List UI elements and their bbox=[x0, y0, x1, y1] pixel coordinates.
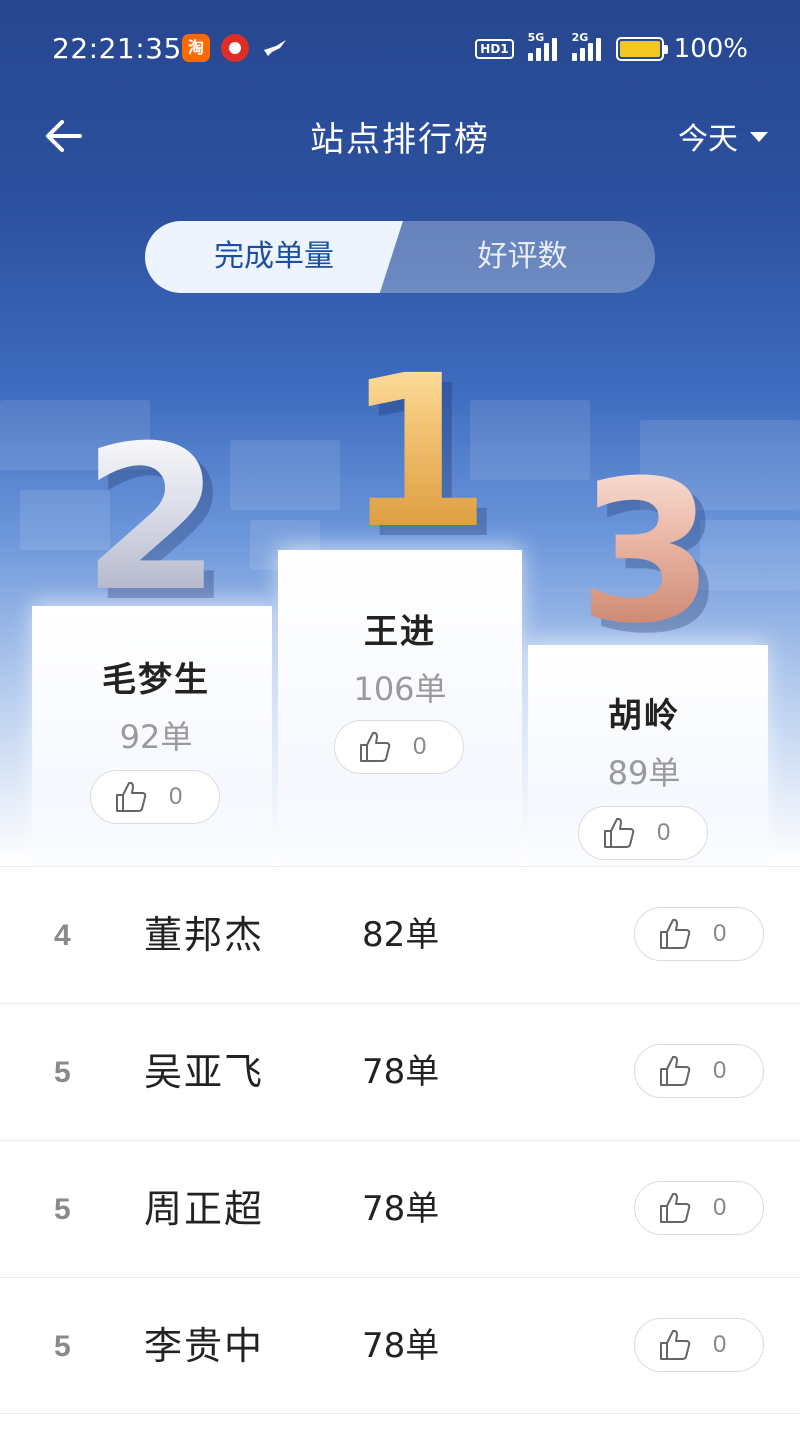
like-count: 0 bbox=[413, 733, 427, 760]
system-indicators: HD1 5G 2G 100% bbox=[475, 31, 748, 66]
like-button[interactable]: 0 bbox=[578, 806, 708, 860]
courier-name: 周正超 bbox=[144, 1187, 265, 1231]
order-count: 78单 bbox=[362, 1189, 440, 1229]
taobao-app-icon: 淘 bbox=[182, 34, 210, 62]
bg-tile bbox=[230, 440, 340, 510]
rank-number: 5 bbox=[54, 1193, 71, 1226]
ranking-hero: 22:21:35 淘 HD1 5G 2G 100% 站点排行榜 今天 好评数 完… bbox=[0, 0, 800, 866]
like-button[interactable]: 0 bbox=[634, 1044, 764, 1098]
like-count: 0 bbox=[713, 1194, 727, 1221]
thumbs-up-icon bbox=[660, 1055, 691, 1086]
rank-number: 5 bbox=[54, 1056, 71, 1089]
rank-number: 5 bbox=[54, 1330, 71, 1363]
podium-third-name: 胡岭 bbox=[608, 696, 680, 736]
like-count: 0 bbox=[713, 1057, 727, 1084]
courier-name: 吴亚飞 bbox=[144, 1050, 265, 1094]
podium-third-count: 89单 bbox=[607, 754, 681, 792]
signal-label: 2G bbox=[571, 31, 589, 44]
courier-name: 董邦杰 bbox=[144, 913, 265, 957]
thumbs-up-icon bbox=[360, 731, 391, 762]
signal-label: 5G bbox=[527, 31, 545, 44]
pin-app-icon bbox=[221, 34, 249, 62]
courier-name: 李贵中 bbox=[144, 1324, 265, 1368]
rank-1-digit: 1 bbox=[345, 330, 492, 575]
thumbs-up-icon bbox=[660, 1192, 691, 1223]
podium-first-count: 106单 bbox=[353, 670, 447, 708]
order-count: 78单 bbox=[362, 1326, 440, 1366]
rank-number: 4 bbox=[54, 919, 71, 952]
thumbs-up-icon bbox=[116, 781, 147, 812]
like-count: 0 bbox=[713, 1331, 727, 1358]
thumbs-up-icon bbox=[660, 918, 691, 949]
signal-icon: 2G bbox=[571, 31, 604, 61]
list-item: 5 周正超 78单 0 bbox=[0, 1140, 800, 1277]
thumbs-up-icon bbox=[604, 817, 635, 848]
list-item: 5 李贵中 78单 0 bbox=[0, 1277, 800, 1414]
podium-second-count: 92单 bbox=[119, 718, 193, 756]
metric-tabs: 好评数 完成单量 bbox=[145, 221, 655, 293]
date-filter-dropdown[interactable]: 今天 bbox=[678, 114, 768, 158]
order-count: 82单 bbox=[362, 915, 440, 955]
caret-down-icon bbox=[750, 132, 768, 142]
like-count: 0 bbox=[169, 783, 183, 810]
like-button[interactable]: 0 bbox=[634, 907, 764, 961]
like-count: 0 bbox=[713, 920, 727, 947]
signal-icon: 5G bbox=[527, 31, 560, 61]
date-filter-label: 今天 bbox=[678, 122, 738, 157]
hd-badge: HD1 bbox=[475, 39, 514, 59]
order-count: 78单 bbox=[362, 1052, 440, 1092]
like-button[interactable]: 0 bbox=[634, 1318, 764, 1372]
podium-second-name: 毛梦生 bbox=[102, 660, 210, 700]
ranking-list: 4 董邦杰 82单 0 5 吴亚飞 78单 0 5 周正超 78单 0 5 李贵… bbox=[0, 866, 800, 1414]
battery-percent: 100% bbox=[673, 34, 748, 64]
battery-level bbox=[619, 41, 660, 57]
status-bar: 22:21:35 淘 HD1 5G 2G 100% bbox=[0, 0, 800, 100]
like-count: 0 bbox=[657, 819, 671, 846]
like-button[interactable]: 0 bbox=[334, 720, 464, 774]
rank-3-digit: 3 bbox=[578, 439, 715, 667]
bird-app-icon bbox=[264, 40, 286, 56]
list-item: 4 董邦杰 82单 0 bbox=[0, 866, 800, 1003]
list-item: 5 吴亚飞 78单 0 bbox=[0, 1003, 800, 1140]
status-time: 22:21:35 bbox=[52, 32, 182, 65]
tab-completed-orders[interactable]: 完成单量 bbox=[145, 221, 403, 293]
thumbs-up-icon bbox=[660, 1329, 691, 1360]
like-button[interactable]: 0 bbox=[90, 770, 220, 824]
podium-first-name: 王进 bbox=[364, 612, 436, 652]
like-button[interactable]: 0 bbox=[634, 1181, 764, 1235]
battery-icon bbox=[615, 37, 668, 61]
rank-2-digit: 2 bbox=[82, 403, 222, 636]
